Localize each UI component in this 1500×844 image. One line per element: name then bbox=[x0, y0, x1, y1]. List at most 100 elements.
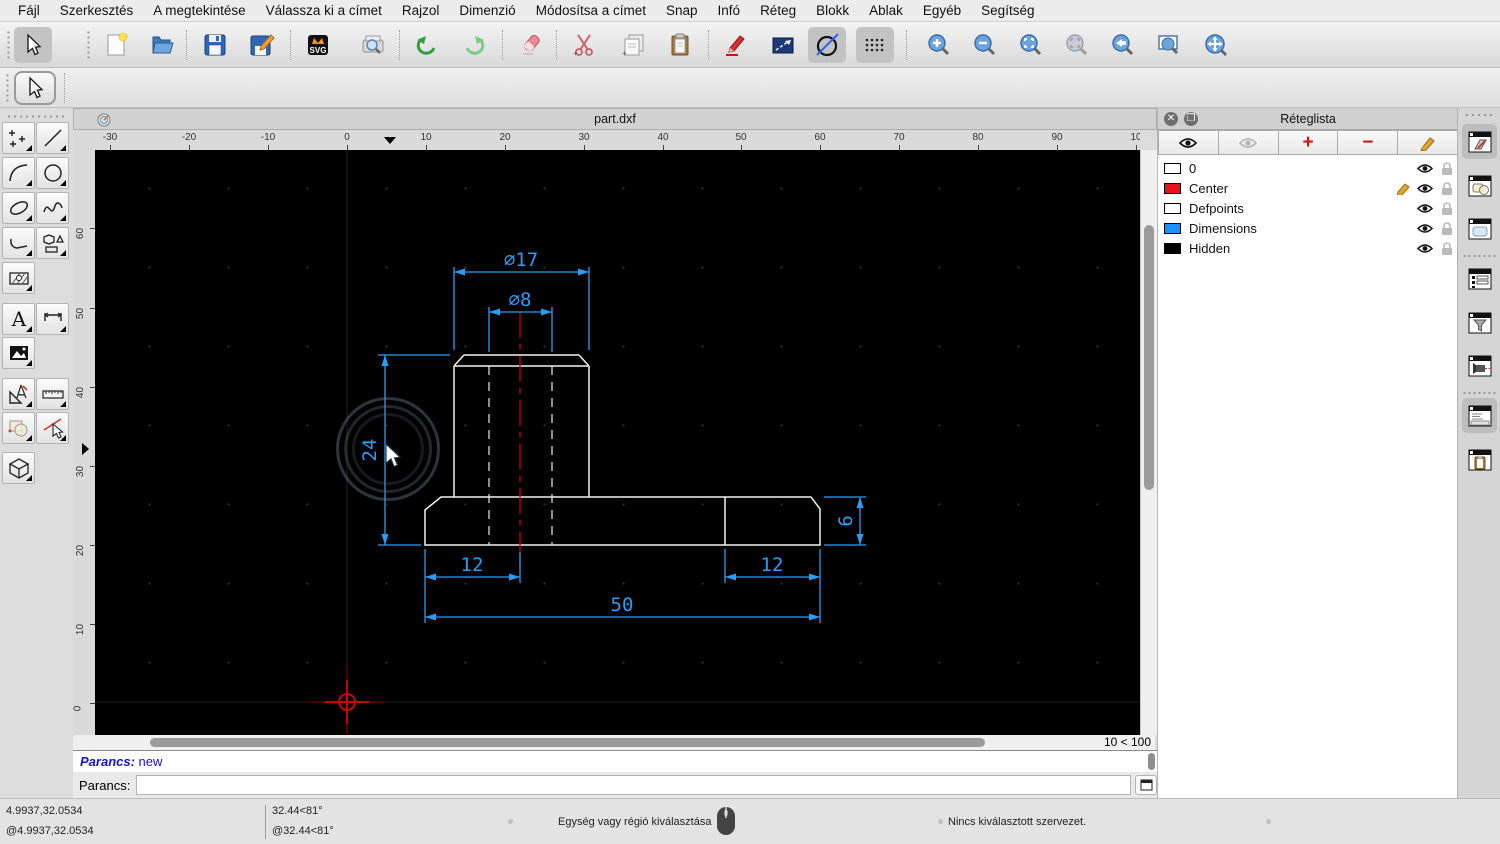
toolbar-handle[interactable] bbox=[5, 73, 10, 103]
library-browser-panel-button[interactable] bbox=[1462, 211, 1497, 246]
auto-zoom-button[interactable] bbox=[1012, 27, 1050, 63]
layer-visibility-icon[interactable] bbox=[1414, 203, 1436, 214]
block-list-panel-button[interactable] bbox=[1462, 168, 1497, 203]
draft-mode-button[interactable] bbox=[808, 27, 846, 63]
menu-valassza[interactable]: Válassza ki a címet bbox=[256, 3, 392, 18]
layer-visibility-icon[interactable] bbox=[1414, 243, 1436, 254]
paste-button[interactable] bbox=[661, 27, 699, 63]
menu-fajl[interactable]: Fájl bbox=[8, 3, 50, 18]
menu-rajzol[interactable]: Rajzol bbox=[392, 3, 450, 18]
layer-color-swatch[interactable] bbox=[1164, 163, 1181, 174]
command-history[interactable]: Parancs: new bbox=[73, 750, 1157, 772]
property-list-panel-button[interactable] bbox=[1462, 261, 1497, 296]
menu-modositsa[interactable]: Módosítsa a címet bbox=[526, 3, 656, 18]
layer-color-swatch[interactable] bbox=[1164, 243, 1181, 254]
selection-tool-button[interactable] bbox=[14, 71, 56, 105]
menu-dimenzio[interactable]: Dimenzió bbox=[449, 3, 525, 18]
cut-button[interactable]: + bbox=[565, 27, 603, 63]
menu-ablak[interactable]: Ablak bbox=[859, 3, 913, 18]
drawing-window-titlebar[interactable]: part.dxf bbox=[73, 108, 1157, 130]
modify-tool[interactable] bbox=[2, 412, 35, 444]
delete-button[interactable] bbox=[512, 27, 550, 63]
canvas-vertical-scrollbar[interactable] bbox=[1140, 150, 1157, 735]
redo-button[interactable] bbox=[455, 27, 493, 63]
menu-egyeb[interactable]: Egyéb bbox=[913, 3, 971, 18]
menu-blokk[interactable]: Blokk bbox=[806, 3, 859, 18]
zoom-selection-button[interactable] bbox=[1058, 27, 1096, 63]
select-button[interactable] bbox=[14, 27, 52, 63]
measure-tool[interactable] bbox=[2, 378, 35, 410]
command-input[interactable] bbox=[136, 775, 1131, 795]
toolbar-handle[interactable] bbox=[6, 30, 11, 60]
layer-row[interactable]: Defpoints bbox=[1158, 198, 1458, 218]
menu-szerkesztes[interactable]: Szerkesztés bbox=[50, 3, 144, 18]
ellipse-tool[interactable] bbox=[2, 192, 35, 224]
view-panel-button[interactable] bbox=[1462, 348, 1497, 383]
layer-color-swatch[interactable] bbox=[1164, 223, 1181, 234]
layer-color-swatch[interactable] bbox=[1164, 203, 1181, 214]
layer-lock-icon[interactable] bbox=[1436, 162, 1458, 175]
text-tool[interactable]: A bbox=[2, 303, 35, 335]
attributes-button[interactable] bbox=[716, 27, 754, 63]
layer-visibility-icon[interactable] bbox=[1414, 183, 1436, 194]
scale-button[interactable] bbox=[764, 27, 802, 63]
remove-layer-button[interactable]: − bbox=[1338, 130, 1398, 155]
grid-toggle-button[interactable] bbox=[856, 27, 894, 63]
menu-reteg[interactable]: Réteg bbox=[750, 3, 806, 18]
hide-all-layers-button[interactable] bbox=[1219, 130, 1279, 155]
layer-row[interactable]: 0 bbox=[1158, 158, 1458, 178]
pan-button[interactable] bbox=[1197, 27, 1235, 63]
points-tool[interactable] bbox=[2, 122, 35, 154]
spline-tool[interactable] bbox=[36, 192, 69, 224]
command-options-button[interactable] bbox=[1135, 775, 1157, 795]
shape-tool[interactable] bbox=[36, 227, 69, 259]
svg-export-button[interactable]: SVG bbox=[299, 27, 337, 63]
zoom-in-button[interactable] bbox=[920, 27, 958, 63]
trim-tool[interactable] bbox=[36, 412, 69, 444]
layer-lock-icon[interactable] bbox=[1436, 202, 1458, 215]
circle-tool[interactable] bbox=[36, 157, 69, 189]
show-all-layers-button[interactable] bbox=[1158, 130, 1219, 155]
copy-button[interactable]: + bbox=[615, 27, 653, 63]
dock-handle[interactable] bbox=[1464, 113, 1494, 117]
layer-visibility-icon[interactable] bbox=[1414, 163, 1436, 174]
layer-color-swatch[interactable] bbox=[1164, 183, 1181, 194]
undo-button[interactable] bbox=[408, 27, 446, 63]
menu-megtekintese[interactable]: A megtekintése bbox=[143, 3, 255, 18]
vscroll-thumb[interactable] bbox=[1144, 225, 1154, 490]
solid-tool[interactable] bbox=[2, 452, 35, 484]
layer-row[interactable]: Center bbox=[1158, 178, 1458, 198]
layer-lock-icon[interactable] bbox=[1436, 182, 1458, 195]
previous-view-button[interactable] bbox=[1104, 27, 1142, 63]
dimension-tool[interactable] bbox=[36, 303, 69, 335]
layer-list-panel-button[interactable] bbox=[1462, 124, 1497, 159]
save-button[interactable] bbox=[196, 27, 234, 63]
layer-row[interactable]: Dimensions bbox=[1158, 218, 1458, 238]
zoom-window-button[interactable] bbox=[1150, 27, 1188, 63]
layer-lock-icon[interactable] bbox=[1436, 242, 1458, 255]
drawing-canvas[interactable]: ⌀17 ⌀8 24 6 12 12 50 bbox=[95, 150, 1140, 735]
image-tool[interactable] bbox=[2, 337, 35, 369]
palette-handle[interactable] bbox=[6, 114, 66, 119]
polyline-tool[interactable] bbox=[2, 227, 35, 259]
arc-tool[interactable] bbox=[2, 157, 35, 189]
selection-filter-panel-button[interactable] bbox=[1462, 305, 1497, 340]
new-document-button[interactable] bbox=[98, 27, 136, 63]
command-line-panel-button[interactable] bbox=[1462, 398, 1497, 433]
edit-layer-button[interactable] bbox=[1398, 130, 1458, 155]
add-layer-button[interactable]: + bbox=[1279, 130, 1339, 155]
close-icon[interactable]: ✕ bbox=[1164, 112, 1178, 126]
ruler-tool[interactable] bbox=[36, 378, 69, 410]
history-scrollbar[interactable] bbox=[1148, 753, 1155, 770]
detach-icon[interactable]: ❐ bbox=[1184, 112, 1198, 126]
layer-row[interactable]: Hidden bbox=[1158, 238, 1458, 258]
open-button[interactable] bbox=[144, 27, 182, 63]
save-as-button[interactable] bbox=[243, 27, 281, 63]
toolbar-handle[interactable] bbox=[86, 30, 91, 60]
print-preview-button[interactable] bbox=[354, 27, 392, 63]
clipboard-panel-button[interactable] bbox=[1462, 442, 1497, 477]
canvas-horizontal-scrollbar[interactable] bbox=[73, 735, 1085, 750]
layer-lock-icon[interactable] bbox=[1436, 222, 1458, 235]
hscroll-thumb[interactable] bbox=[150, 738, 985, 747]
menu-snap[interactable]: Snap bbox=[656, 3, 708, 18]
